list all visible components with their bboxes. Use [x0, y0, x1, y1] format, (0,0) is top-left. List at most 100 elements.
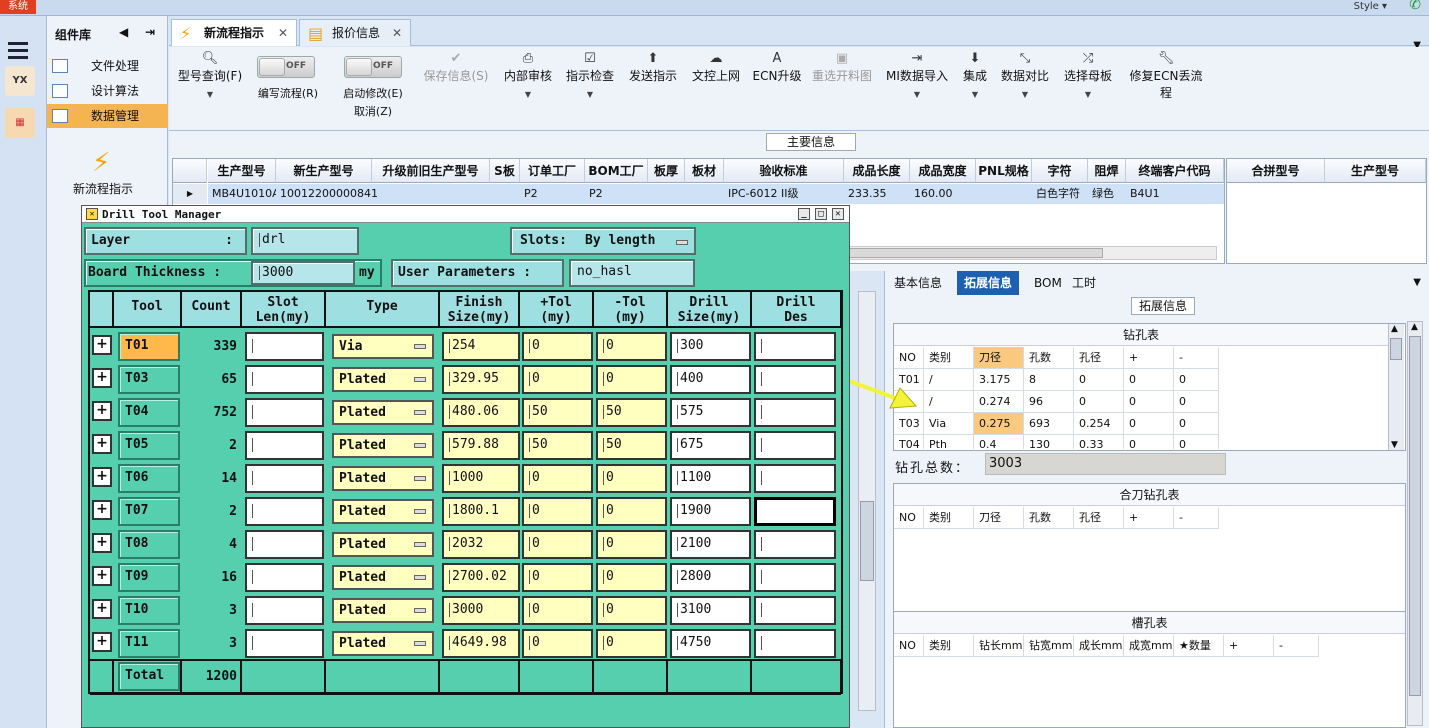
- tool-col-header[interactable]: Drill Size(my): [668, 292, 752, 328]
- finish-size-input[interactable]: 4649.98: [442, 629, 520, 658]
- tool-col-header[interactable]: +Tol (my): [520, 292, 594, 328]
- new-flow-shortcut[interactable]: 新流程指示: [73, 180, 133, 197]
- slot-len-input[interactable]: [245, 530, 324, 559]
- type-selector[interactable]: Plated: [332, 466, 434, 491]
- expand-row-icon[interactable]: +: [92, 533, 112, 553]
- finish-size-input[interactable]: 579.88: [442, 431, 520, 460]
- ecn-upgrade-button[interactable]: A ECN升级: [752, 51, 802, 84]
- slots-selector[interactable]: Slots: By length: [510, 227, 696, 255]
- expand-row-icon[interactable]: +: [92, 401, 112, 421]
- finish-size-input[interactable]: 254: [442, 332, 520, 361]
- drill-des-input[interactable]: [754, 563, 836, 592]
- minus-tol-input[interactable]: 0: [596, 332, 667, 361]
- type-selector[interactable]: Via: [332, 334, 434, 359]
- slot-len-input[interactable]: [245, 596, 324, 625]
- minus-tol-input[interactable]: 50: [596, 398, 667, 427]
- send-indicate-button[interactable]: ⬆ 发送指示: [627, 51, 679, 84]
- table-col-header[interactable]: 钻长mm: [974, 635, 1024, 657]
- drill-col-header[interactable]: +: [1124, 347, 1174, 369]
- plus-tol-input[interactable]: 0: [522, 629, 593, 658]
- expand-row-icon[interactable]: +: [92, 632, 112, 652]
- phone-icon[interactable]: ✆: [1409, 0, 1421, 13]
- tab-quote-info[interactable]: ▤ 报价信息 ✕: [299, 19, 411, 46]
- table-col-header[interactable]: NO: [894, 635, 924, 657]
- vertical-scrollbar[interactable]: ▲: [1407, 321, 1423, 726]
- expand-row-icon[interactable]: +: [92, 599, 112, 619]
- plus-tol-input[interactable]: 0: [522, 464, 593, 493]
- drill-size-input[interactable]: 575: [670, 398, 751, 427]
- splitter-handle[interactable]: [860, 501, 874, 581]
- close-icon[interactable]: ✕: [392, 20, 402, 46]
- finish-size-input[interactable]: 2700.02: [442, 563, 520, 592]
- drill-des-input[interactable]: [754, 398, 836, 427]
- grid-header[interactable]: 生产型号: [1325, 159, 1426, 183]
- expand-row-icon[interactable]: +: [92, 434, 112, 454]
- close-icon[interactable]: ✕: [278, 20, 288, 46]
- drill-size-input[interactable]: 2100: [670, 530, 751, 559]
- table-col-header[interactable]: +: [1124, 507, 1174, 529]
- finish-size-input[interactable]: 2032: [442, 530, 520, 559]
- grid-header[interactable]: 新生产型号: [276, 159, 372, 183]
- drill-size-input[interactable]: 3100: [670, 596, 751, 625]
- tab-basic-info[interactable]: 基本信息: [887, 271, 949, 295]
- table-col-header[interactable]: +: [1224, 635, 1274, 657]
- expand-row-icon[interactable]: +: [92, 335, 112, 355]
- minimize-icon[interactable]: _: [798, 208, 810, 220]
- slot-len-input[interactable]: [245, 398, 324, 427]
- drill-col-header[interactable]: 刀径: [974, 347, 1024, 369]
- side-item-data-management[interactable]: 数据管理: [47, 104, 168, 128]
- window-title-bar[interactable]: ✕ Drill Tool Manager _ □ ✕: [82, 206, 849, 223]
- type-selector[interactable]: Plated: [332, 367, 434, 392]
- side-item-file-processing[interactable]: 文件处理: [47, 54, 168, 78]
- drill-size-input[interactable]: 4750: [670, 629, 751, 658]
- tool-button[interactable]: T06: [118, 464, 180, 493]
- drill-des-input[interactable]: [754, 596, 836, 625]
- finish-size-input[interactable]: 329.95: [442, 365, 520, 394]
- finish-size-input[interactable]: 1800.1: [442, 497, 520, 526]
- grid-header[interactable]: 成品长度: [844, 159, 910, 183]
- type-selector[interactable]: Plated: [332, 400, 434, 425]
- close-icon[interactable]: ✕: [832, 208, 844, 220]
- user-parameters-button[interactable]: User Parameters :: [391, 259, 564, 287]
- drill-col-header[interactable]: 孔数: [1024, 347, 1074, 369]
- expand-row-icon[interactable]: +: [92, 368, 112, 388]
- tool-button[interactable]: T10: [118, 596, 180, 625]
- system-menu-button[interactable]: 系统: [0, 0, 36, 14]
- internal-review-button[interactable]: ⎙ 内部审核 ▼: [503, 51, 553, 99]
- table-col-header[interactable]: NO: [894, 507, 924, 529]
- drill-size-input[interactable]: 1900: [670, 497, 751, 526]
- plus-tol-input[interactable]: 0: [522, 365, 593, 394]
- reselect-material-button[interactable]: ▣ 重选开料图: [809, 51, 875, 84]
- table-col-header[interactable]: 钻宽mm: [1024, 635, 1074, 657]
- drill-size-input[interactable]: 300: [670, 332, 751, 361]
- minus-tol-input[interactable]: 0: [596, 596, 667, 625]
- type-selector[interactable]: Plated: [332, 631, 434, 656]
- tool-col-header[interactable]: Count: [182, 292, 242, 328]
- tool-col-header[interactable]: Tool: [114, 292, 182, 328]
- drill-des-input[interactable]: [754, 332, 836, 361]
- start-modify-toggle[interactable]: OFF: [344, 56, 402, 78]
- drill-des-input[interactable]: [754, 464, 836, 493]
- tool-col-header[interactable]: Type: [326, 292, 440, 328]
- slot-len-input[interactable]: [245, 629, 324, 658]
- drill-size-input[interactable]: 1100: [670, 464, 751, 493]
- plus-tol-input[interactable]: 0: [522, 530, 593, 559]
- lightning-icon[interactable]: ⚡: [92, 148, 110, 178]
- tab-new-flow[interactable]: ⚡ 新流程指示 ✕: [171, 19, 297, 46]
- slot-len-input[interactable]: [245, 464, 324, 493]
- drill-des-input[interactable]: [754, 497, 836, 526]
- tool-button[interactable]: T07: [118, 497, 180, 526]
- table-col-header[interactable]: 成长mm: [1074, 635, 1124, 657]
- fix-ecn-button[interactable]: 🔧︎ 修复ECN丢流程: [1124, 51, 1208, 101]
- tab-work-hours[interactable]: 工时: [1065, 271, 1103, 295]
- plus-tol-input[interactable]: 0: [522, 596, 593, 625]
- grid-header[interactable]: 字符: [1032, 159, 1088, 183]
- drill-size-input[interactable]: 675: [670, 431, 751, 460]
- grid-header[interactable]: 订单工厂: [520, 159, 585, 183]
- drill-col-header[interactable]: 孔径: [1074, 347, 1124, 369]
- finish-size-input[interactable]: 3000: [442, 596, 520, 625]
- grid-header[interactable]: 阻焊: [1088, 159, 1126, 183]
- drill-des-input[interactable]: [754, 365, 836, 394]
- row-selector-icon[interactable]: ▶: [173, 184, 207, 204]
- cancel-button[interactable]: 取消(Z): [337, 103, 409, 119]
